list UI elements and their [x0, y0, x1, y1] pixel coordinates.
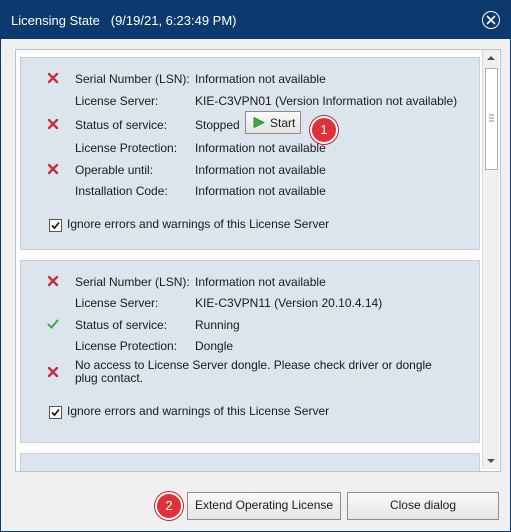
scroll-down-arrow-icon[interactable]	[483, 453, 499, 469]
scrollbar-thumb[interactable]	[485, 68, 498, 170]
ignore-errors-checkbox[interactable]	[49, 219, 62, 232]
scroll-up-arrow-icon[interactable]	[483, 50, 499, 66]
ok-checkmark-icon	[47, 319, 59, 329]
operable-until-row: Operable until: Information not availabl…	[21, 161, 479, 179]
serial-number-row: Serial Number (LSN): Information not ava…	[21, 273, 479, 291]
start-service-button[interactable]: Start	[245, 111, 301, 134]
row-label: Serial Number (LSN):	[75, 72, 190, 86]
play-icon	[253, 117, 265, 128]
licensing-state-dialog: Licensing State (9/19/21, 6:23:49 PM) Se…	[0, 0, 511, 532]
ignore-errors-checkbox[interactable]	[49, 406, 62, 419]
row-label: License Protection:	[75, 141, 178, 155]
checkmark-icon	[51, 221, 60, 230]
dongle-message-row: No access to License Server dongle. Plea…	[21, 357, 479, 387]
license-server-list: Serial Number (LSN): Information not ava…	[15, 49, 501, 472]
license-server-row: License Server: KIE-C3VPN01 (Version Inf…	[21, 92, 479, 110]
close-dialog-button[interactable]: Close dialog	[347, 492, 499, 520]
row-label: License Server:	[75, 296, 159, 310]
row-value: Information not available	[195, 184, 326, 198]
title-label: Licensing State	[11, 13, 100, 28]
start-button-label: Start	[270, 116, 296, 130]
callout-badge-2: 2	[155, 492, 183, 520]
dialog-title: Licensing State (9/19/21, 6:23:49 PM)	[11, 13, 237, 28]
callout-badge-1: 1	[310, 116, 338, 144]
vertical-scrollbar[interactable]	[482, 50, 499, 469]
row-value: Information not available	[195, 72, 326, 86]
row-value: KIE-C3VPN01 (Version Information not ava…	[195, 94, 458, 108]
row-value: Running	[195, 318, 240, 332]
row-value: Dongle	[195, 339, 234, 353]
ignore-errors-label[interactable]: Ignore errors and warnings of this Licen…	[67, 217, 329, 231]
row-value: Information not available	[195, 163, 326, 177]
installation-code-row: Installation Code: Information not avail…	[21, 182, 479, 200]
row-value: Information not available	[195, 275, 326, 289]
title-timestamp: (9/19/21, 6:23:49 PM)	[110, 13, 237, 28]
row-value: Stopped	[195, 118, 240, 132]
close-icon[interactable]	[482, 11, 500, 29]
license-server-panel	[20, 453, 480, 471]
serial-number-row: Serial Number (LSN): Information not ava…	[21, 70, 479, 88]
row-label: Operable until:	[75, 163, 154, 177]
row-value: KIE-C3VPN11 (Version 20.10.4.14)	[195, 296, 383, 310]
row-value: Information not available	[195, 141, 326, 155]
error-x-icon	[47, 118, 59, 130]
license-protection-row: License Protection: Information not avai…	[21, 139, 479, 157]
row-label: Installation Code:	[75, 184, 168, 198]
license-protection-row: License Protection: Dongle	[21, 337, 479, 355]
extend-operating-license-button[interactable]: Extend Operating License	[187, 492, 341, 520]
row-label: License Server:	[75, 94, 159, 108]
ignore-errors-label[interactable]: Ignore errors and warnings of this Licen…	[67, 404, 329, 418]
license-server-row: License Server: KIE-C3VPN11 (Version 20.…	[21, 294, 479, 312]
status-of-service-row: Status of service: Running	[21, 316, 479, 334]
error-x-icon	[47, 163, 59, 175]
error-x-icon	[47, 72, 59, 84]
checkmark-icon	[51, 408, 60, 417]
title-bar: Licensing State (9/19/21, 6:23:49 PM)	[1, 1, 510, 39]
error-x-icon	[47, 366, 59, 378]
status-of-service-row: Status of service: Stopped Start	[21, 111, 479, 134]
license-server-panel: Serial Number (LSN): Information not ava…	[20, 57, 480, 250]
license-server-panel: Serial Number (LSN): Information not ava…	[20, 260, 480, 443]
grip-icon	[489, 114, 494, 122]
dongle-error-message: No access to License Server dongle. Plea…	[75, 358, 432, 385]
row-label: Status of service:	[75, 318, 168, 332]
row-label: Serial Number (LSN):	[75, 275, 190, 289]
error-x-icon	[47, 275, 59, 287]
row-label: License Protection:	[75, 339, 178, 353]
row-label: Status of service:	[75, 118, 168, 132]
